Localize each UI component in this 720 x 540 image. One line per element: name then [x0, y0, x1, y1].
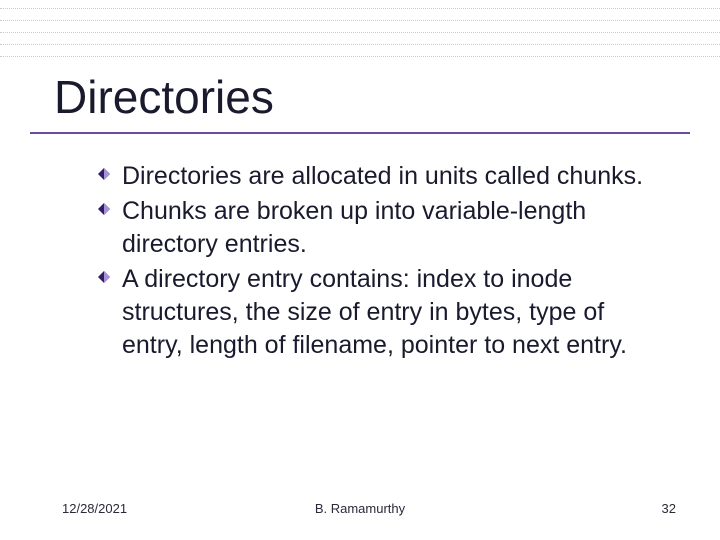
bullet-item: Chunks are broken up into variable-lengt…: [98, 195, 660, 261]
bullet-item: Directories are allocated in units calle…: [98, 160, 660, 193]
diamond-bullet-icon: [98, 168, 110, 180]
slide: Directories Directories are allocated in…: [0, 0, 720, 540]
title-underline: [30, 132, 690, 134]
bullet-item: A directory entry contains: index to ino…: [98, 263, 660, 362]
bullet-text: A directory entry contains: index to ino…: [122, 265, 627, 359]
diamond-bullet-icon: [98, 203, 110, 215]
footer-author: B. Ramamurthy: [315, 501, 405, 516]
slide-footer: 12/28/2021 B. Ramamurthy 32: [0, 496, 720, 516]
footer-page-number: 32: [662, 501, 676, 516]
slide-content: Directories are allocated in units calle…: [98, 160, 660, 364]
bullet-text: Chunks are broken up into variable-lengt…: [122, 197, 586, 258]
slide-title: Directories: [54, 70, 274, 124]
bullet-text: Directories are allocated in units calle…: [122, 162, 643, 190]
diamond-bullet-icon: [98, 271, 110, 283]
footer-date: 12/28/2021: [62, 501, 127, 516]
